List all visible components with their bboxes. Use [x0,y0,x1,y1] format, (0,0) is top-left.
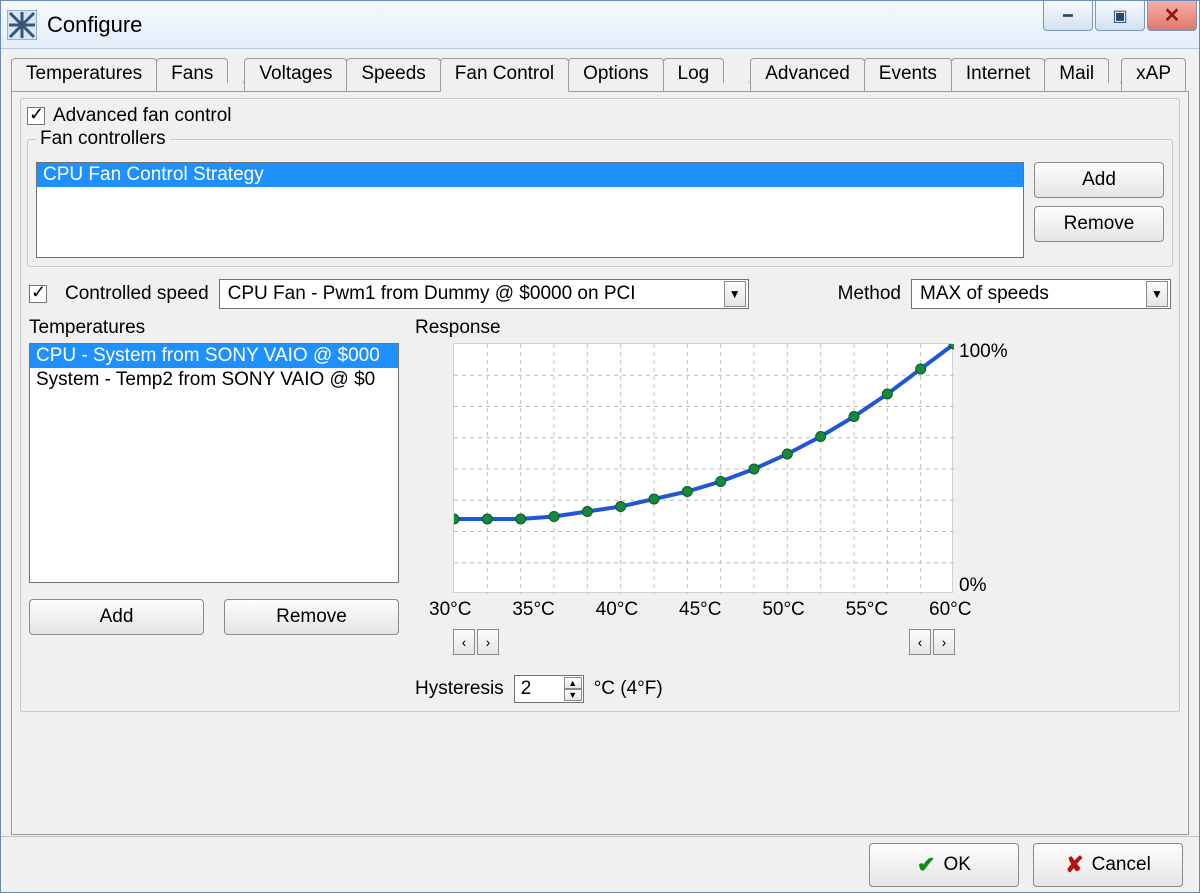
hysteresis-up-button[interactable]: ▲ [564,677,582,689]
app-icon [7,10,37,40]
maximize-icon: ▣ [1112,6,1127,26]
hysteresis-down-button[interactable]: ▼ [564,689,582,701]
dropdown-icon: ▼ [1146,281,1168,307]
fan-controllers-list[interactable]: CPU Fan Control Strategy [36,162,1024,258]
hysteresis-label: Hysteresis [415,678,504,700]
dropdown-icon: ▼ [724,281,746,307]
method-label: Method [838,283,901,305]
fan-controllers-buttons: Add Remove [1034,162,1164,258]
response-column: Response 100% 0% 30°C35°C40°C45° [415,317,1171,703]
method-select[interactable]: MAX of speeds ▼ [911,279,1171,309]
controlled-speed-select[interactable]: CPU Fan - Pwm1 from Dummy @ $0000 on PCI… [219,279,749,309]
minimize-button[interactable]: ━ [1043,1,1093,31]
y-axis-bottom-label: 0% [959,575,986,597]
chart-left-nav: ‹ › [453,629,499,655]
controlled-speed-checkbox[interactable] [29,285,47,303]
hysteresis-input[interactable]: 2 ▲ ▼ [514,675,584,703]
tab-advanced[interactable]: Advanced [750,58,865,91]
response-chart[interactable] [453,343,953,593]
advanced-fan-control-checkbox[interactable] [27,107,45,125]
temperatures-buttons: Add Remove [29,599,399,635]
x-tick-label: 35°C [512,599,554,621]
fan-controller-add-button[interactable]: Add [1034,162,1164,198]
temperature-item[interactable]: System - Temp2 from SONY VAIO @ $0 [30,368,398,392]
advanced-fan-control-label: Advanced fan control [53,105,232,127]
y-axis-top-label: 100% [959,341,1008,363]
tab-internet[interactable]: Internet [951,58,1045,91]
temperatures-list[interactable]: CPU - System from SONY VAIO @ $000 Syste… [29,343,399,583]
ok-label: OK [943,854,970,876]
chart-right-nav: ‹ › [909,629,955,655]
tab-temperatures[interactable]: Temperatures [11,58,157,91]
footer: ✔ OK ✘ Cancel [1,836,1199,892]
fan-control-panel: Advanced fan control Fan controllers CPU… [11,91,1189,835]
response-chart-wrap: 100% 0% 30°C35°C40°C45°C50°C55°C60°C ‹ ›… [415,343,1171,643]
tab-log[interactable]: Log [663,58,725,91]
tab-voltages[interactable]: Voltages [244,58,347,91]
check-icon: ✔ [917,852,935,878]
cancel-button[interactable]: ✘ Cancel [1033,843,1183,887]
x-tick-label: 60°C [929,599,971,621]
controlled-speed-row: Controlled speed CPU Fan - Pwm1 from Dum… [29,279,1171,309]
advanced-fan-control-group: Advanced fan control Fan controllers CPU… [20,98,1180,712]
temperatures-column: Temperatures CPU - System from SONY VAIO… [29,317,399,703]
cancel-label: Cancel [1092,854,1151,876]
ok-button[interactable]: ✔ OK [869,843,1019,887]
close-icon: ✕ [1164,3,1181,28]
tab-options[interactable]: Options [568,58,663,91]
fan-controller-item[interactable]: CPU Fan Control Strategy [37,163,1023,187]
chart-shift-left-min-button[interactable]: ‹ [453,629,475,655]
hysteresis-row: Hysteresis 2 ▲ ▼ °C (4°F) [415,675,1171,703]
x-tick-label: 40°C [596,599,638,621]
chart-shift-left-max-button[interactable]: ‹ [909,629,931,655]
controlled-speed-value: CPU Fan - Pwm1 from Dummy @ $0000 on PCI [228,283,636,305]
window-title: Configure [47,12,142,38]
method-value: MAX of speeds [920,283,1049,305]
hysteresis-unit: °C (4°F) [594,678,663,700]
window-buttons: ━ ▣ ✕ [1041,1,1199,31]
temperature-add-button[interactable]: Add [29,599,204,635]
hysteresis-spinner: ▲ ▼ [564,677,582,701]
cross-icon: ✘ [1065,852,1083,878]
chart-shift-right-max-button[interactable]: › [933,629,955,655]
tab-fan-control[interactable]: Fan Control [440,58,569,92]
configure-window: Configure ━ ▣ ✕ Temperatures Fans Voltag… [0,0,1200,893]
temperature-remove-button[interactable]: Remove [224,599,399,635]
maximize-button[interactable]: ▣ [1095,1,1145,31]
tab-fans[interactable]: Fans [156,58,228,91]
close-button[interactable]: ✕ [1147,1,1197,31]
chart-shift-right-min-button[interactable]: › [477,629,499,655]
tab-speeds[interactable]: Speeds [346,58,440,91]
tab-xap[interactable]: xAP [1121,58,1186,91]
tab-events[interactable]: Events [864,58,952,91]
titlebar: Configure ━ ▣ ✕ [1,1,1199,49]
temperatures-legend: Temperatures [29,317,399,339]
x-tick-label: 30°C [429,599,471,621]
x-tick-label: 50°C [762,599,804,621]
x-tick-label: 55°C [846,599,888,621]
tab-mail[interactable]: Mail [1044,58,1109,91]
controlled-speed-label: Controlled speed [65,283,209,305]
fan-controllers-legend: Fan controllers [36,128,170,150]
fan-controller-remove-button[interactable]: Remove [1034,206,1164,242]
hysteresis-value: 2 [521,678,532,700]
lower-content: Temperatures CPU - System from SONY VAIO… [29,317,1171,703]
tabstrip: Temperatures Fans Voltages Speeds Fan Co… [11,57,1189,91]
fan-controllers-group: Fan controllers CPU Fan Control Strategy… [27,139,1173,267]
minimize-icon: ━ [1063,6,1073,26]
x-tick-label: 45°C [679,599,721,621]
response-legend: Response [415,317,1171,339]
temperature-item[interactable]: CPU - System from SONY VAIO @ $000 [30,344,398,368]
